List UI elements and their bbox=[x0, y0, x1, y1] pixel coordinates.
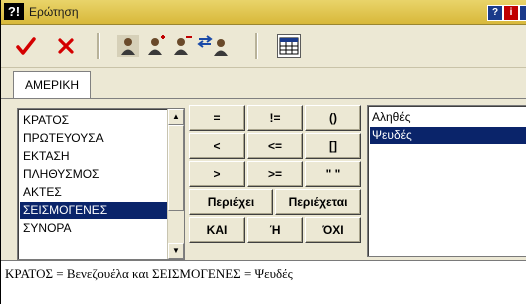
toolbar bbox=[1, 25, 526, 68]
list-item[interactable]: ΠΡΩΤΕΥΟΥΣΑ bbox=[20, 130, 169, 147]
cross-icon bbox=[58, 38, 74, 54]
list-item[interactable]: ΠΛΗΘΥΣΜΟΣ bbox=[20, 166, 169, 183]
person-remove-icon bbox=[174, 36, 192, 55]
list-item-selected[interactable]: Ψευδές bbox=[370, 127, 526, 144]
close-button[interactable] bbox=[519, 5, 526, 21]
checkmark-icon bbox=[16, 37, 36, 55]
grid-table-icon bbox=[279, 37, 299, 55]
list-item[interactable]: ΕΚΤΑΣΗ bbox=[20, 148, 169, 165]
less-equal-button[interactable]: <= bbox=[247, 133, 303, 159]
contained-button[interactable]: Περιέχεται bbox=[275, 189, 361, 215]
info-button[interactable]: i bbox=[503, 5, 519, 21]
cancel-button[interactable] bbox=[53, 33, 79, 59]
scroll-thumb[interactable] bbox=[168, 125, 184, 211]
value-list[interactable]: Αληθές Ψευδές bbox=[367, 105, 526, 257]
not-equals-button[interactable]: != bbox=[247, 105, 303, 131]
list-item[interactable]: ΑΚΤΕΣ bbox=[20, 184, 169, 201]
tab-bar: ΑΜΕΡΙΚΗ bbox=[1, 68, 526, 99]
person-filter-icon bbox=[117, 35, 139, 57]
query-expression-field[interactable]: ΚΡΑΤΟΣ = Βενεζουέλα και ΣΕΙΣΜΟΓΕΝΕΣ = Ψε… bbox=[1, 260, 526, 304]
person-swap-icon bbox=[197, 35, 228, 56]
app-icon: ?! bbox=[4, 3, 24, 20]
window-title: Ερώτηση bbox=[29, 5, 79, 19]
equals-button[interactable]: = bbox=[189, 105, 245, 131]
field-list-scrollbar[interactable]: ▲ ▼ bbox=[167, 109, 184, 259]
query-window: ?! Ερώτηση ? i ΑΜΕΡΙΚΗ ΚΡΑΤΟΣ ΠΡΩΤΕΥΟΥΣΑ… bbox=[0, 0, 526, 304]
user-add-button[interactable] bbox=[145, 33, 167, 59]
ok-button[interactable] bbox=[13, 33, 39, 59]
less-than-button[interactable]: < bbox=[189, 133, 245, 159]
not-button[interactable]: ΌΧΙ bbox=[305, 217, 361, 243]
toolbar-separator bbox=[97, 33, 100, 59]
user-remove-button[interactable] bbox=[171, 33, 193, 59]
tab-america[interactable]: ΑΜΕΡΙΚΗ bbox=[13, 71, 91, 98]
greater-equal-button[interactable]: >= bbox=[247, 161, 303, 187]
greater-than-button[interactable]: > bbox=[189, 161, 245, 187]
contains-button[interactable]: Περιέχει bbox=[189, 189, 273, 215]
help-button[interactable]: ? bbox=[487, 5, 503, 21]
list-item-selected[interactable]: ΣΕΙΣΜΟΓΕΝΕΣ bbox=[20, 202, 169, 219]
list-item[interactable]: ΣΥΝΟΡΑ bbox=[20, 220, 169, 237]
grid-view-button[interactable] bbox=[277, 34, 301, 58]
parentheses-button[interactable]: () bbox=[305, 105, 361, 131]
list-item[interactable]: ΚΡΑΤΟΣ bbox=[20, 112, 169, 129]
list-item[interactable]: Αληθές bbox=[370, 109, 526, 126]
brackets-button[interactable]: [] bbox=[305, 133, 361, 159]
quotes-button[interactable]: " " bbox=[305, 161, 361, 187]
user-filter-button[interactable] bbox=[117, 33, 139, 59]
or-button[interactable]: Ή bbox=[247, 217, 303, 243]
and-button[interactable]: ΚΑΙ bbox=[189, 217, 245, 243]
toolbar-separator-2 bbox=[255, 33, 258, 59]
scroll-down-arrow-icon[interactable]: ▼ bbox=[168, 243, 184, 259]
title-bar[interactable]: ?! Ερώτηση ? i bbox=[1, 0, 526, 25]
user-swap-button[interactable] bbox=[197, 33, 233, 59]
scroll-up-arrow-icon[interactable]: ▲ bbox=[168, 109, 184, 125]
field-list[interactable]: ΚΡΑΤΟΣ ΠΡΩΤΕΥΟΥΣΑ ΕΚΤΑΣΗ ΠΛΗΘΥΣΜΟΣ ΑΚΤΕΣ… bbox=[17, 108, 185, 260]
person-add-icon bbox=[148, 35, 165, 55]
query-builder-panel: ΚΡΑΤΟΣ ΠΡΩΤΕΥΟΥΣΑ ΕΚΤΑΣΗ ΠΛΗΘΥΣΜΟΣ ΑΚΤΕΣ… bbox=[1, 99, 526, 260]
